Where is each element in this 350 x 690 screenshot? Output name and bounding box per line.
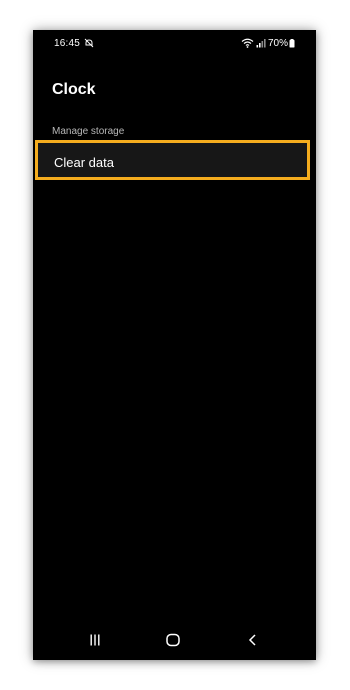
mute-icon [84,38,94,48]
back-icon [248,634,256,646]
battery-percent: 70% [268,38,289,49]
screenshot-canvas: 16:45 70% Clock Manage storage Clear dat… [0,0,350,690]
page-title: Clock [52,81,96,98]
recents-button[interactable] [75,620,115,660]
clear-data-label: Clear data [54,155,114,170]
recents-icon [90,634,100,646]
phone-screen: 16:45 70% Clock Manage storage Clear dat… [33,30,316,660]
signal-icon [256,39,266,48]
battery-icon [289,39,295,48]
back-button[interactable] [233,620,273,660]
status-bar: 16:45 70% [33,30,316,56]
home-button[interactable] [153,620,193,660]
home-icon [166,633,180,647]
section-header-manage-storage: Manage storage [52,126,125,137]
navigation-bar [33,620,316,660]
wifi-icon [241,38,254,48]
status-time: 16:45 [54,38,81,49]
clear-data-button[interactable]: Clear data [35,140,310,180]
